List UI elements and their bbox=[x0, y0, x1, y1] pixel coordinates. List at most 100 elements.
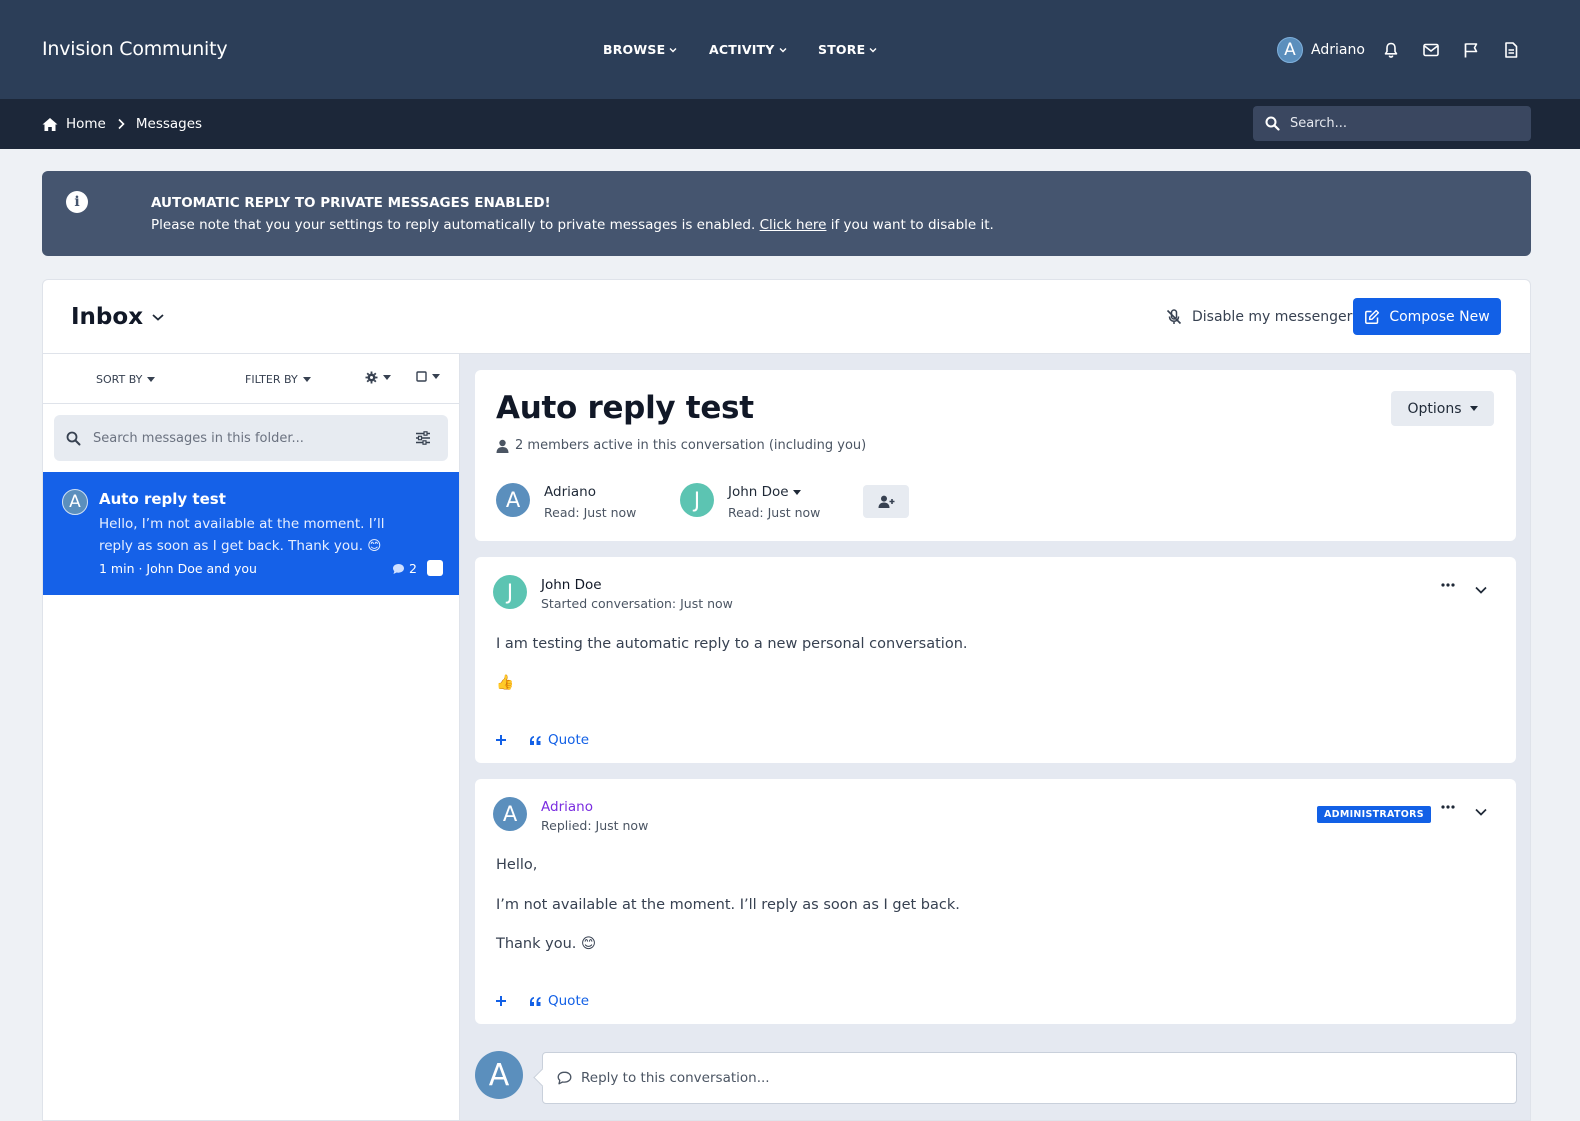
compose-new-label: Compose New bbox=[1389, 308, 1490, 325]
nav-store-label: STORE bbox=[818, 42, 866, 57]
document-icon[interactable] bbox=[1502, 41, 1520, 59]
list-toolbar: SORT BY FILTER BY bbox=[43, 354, 459, 404]
options-button[interactable]: Options bbox=[1391, 391, 1494, 426]
search-icon bbox=[66, 431, 81, 445]
chevron-down-icon[interactable] bbox=[1474, 585, 1488, 595]
nav-store[interactable]: STORE bbox=[818, 42, 877, 57]
envelope-icon[interactable] bbox=[1422, 41, 1440, 59]
breadcrumb-current[interactable]: Messages bbox=[136, 116, 202, 132]
disable-auto-reply-link[interactable]: Click here bbox=[760, 217, 827, 233]
gear-icon bbox=[365, 371, 378, 384]
quote-button[interactable]: Quote bbox=[529, 993, 589, 1009]
list-item-checkbox[interactable] bbox=[427, 560, 443, 576]
home-icon[interactable] bbox=[42, 117, 58, 132]
avatar[interactable]: J bbox=[493, 575, 527, 609]
auto-reply-banner: i AUTOMATIC REPLY TO PRIVATE MESSAGES EN… bbox=[42, 171, 1531, 256]
select-all-menu[interactable] bbox=[416, 371, 440, 382]
disable-messenger-button[interactable]: Disable my messenger bbox=[1165, 308, 1352, 326]
conversation-header: Auto reply test 2 members active in this… bbox=[475, 370, 1516, 541]
member-name-text: John Doe bbox=[728, 484, 789, 500]
post-author[interactable]: Adriano bbox=[541, 799, 593, 815]
list-item-meta: 1 min · John Doe and you bbox=[99, 561, 257, 576]
brand-logo[interactable]: Invision Community bbox=[42, 38, 228, 60]
conversation-subtitle-text: 2 members active in this conversation (i… bbox=[515, 438, 867, 453]
list-item-title: Auto reply test bbox=[99, 490, 226, 508]
nav-browse-label: BROWSE bbox=[603, 42, 666, 57]
post-author[interactable]: John Doe bbox=[541, 577, 602, 593]
flag-icon[interactable] bbox=[1462, 41, 1480, 59]
list-item[interactable]: A Auto reply test Hello, I’m not availab… bbox=[43, 472, 459, 595]
breadcrumb-home[interactable]: Home bbox=[66, 116, 106, 132]
nav-activity-label: ACTIVITY bbox=[709, 42, 775, 57]
breadcrumb-bar: Home Messages bbox=[0, 99, 1580, 149]
member-read-status: Read: Just now bbox=[728, 505, 821, 520]
plus-icon[interactable] bbox=[495, 995, 507, 1007]
post-timestamp: Replied: Just now bbox=[541, 818, 649, 833]
list-item-snippet: Hello, I’m not available at the moment. … bbox=[99, 516, 385, 554]
add-member-button[interactable] bbox=[863, 485, 909, 518]
post-john-doe: J John Doe Started conversation: Just no… bbox=[475, 557, 1516, 763]
folder-settings-menu[interactable] bbox=[365, 371, 391, 384]
folder-title: Inbox bbox=[71, 304, 144, 330]
search-icon bbox=[1265, 116, 1280, 131]
avatar: A bbox=[496, 483, 530, 517]
chevron-right-icon bbox=[118, 118, 125, 130]
caret-down-icon bbox=[147, 377, 156, 382]
filter-by-label: FILTER BY bbox=[245, 373, 298, 386]
more-options-icon[interactable] bbox=[1441, 805, 1455, 809]
site-search[interactable] bbox=[1253, 106, 1531, 141]
user-icon bbox=[496, 439, 509, 453]
quote-icon bbox=[530, 996, 541, 1006]
chevron-down-icon[interactable] bbox=[1474, 807, 1488, 817]
conversation-title: Auto reply test bbox=[496, 390, 754, 426]
avatar: A bbox=[475, 1051, 523, 1099]
banner-text-after: if you want to disable it. bbox=[830, 217, 994, 233]
info-icon: i bbox=[66, 191, 88, 213]
member-name-text: Adriano bbox=[544, 484, 596, 500]
folder-selector[interactable]: Inbox bbox=[71, 304, 165, 330]
post-timestamp: Started conversation: Just now bbox=[541, 596, 733, 611]
search-input[interactable] bbox=[1290, 116, 1510, 131]
avatar[interactable]: A bbox=[493, 797, 527, 831]
member-john-doe[interactable]: J John Doe Read: Just now bbox=[680, 483, 820, 520]
sort-by-label: SORT BY bbox=[96, 373, 143, 386]
post-body-line: 👍 bbox=[496, 675, 515, 691]
quote-label: Quote bbox=[548, 993, 590, 1009]
options-label: Options bbox=[1407, 400, 1462, 417]
user-menu[interactable]: A Adriano bbox=[1277, 37, 1365, 63]
member-name: Adriano bbox=[544, 484, 636, 500]
folder-search-input[interactable] bbox=[93, 430, 403, 446]
quote-button[interactable]: Quote bbox=[529, 732, 589, 748]
avatar: J bbox=[680, 483, 714, 517]
banner-text: Please note that you your settings to re… bbox=[151, 217, 994, 233]
post-actions: Quote bbox=[495, 732, 589, 748]
more-options-icon[interactable] bbox=[1441, 583, 1455, 587]
plus-icon[interactable] bbox=[495, 734, 507, 746]
comment-icon bbox=[393, 563, 404, 574]
post-body-line: Hello, bbox=[496, 857, 538, 873]
avatar: A bbox=[62, 489, 88, 515]
caret-down-icon bbox=[1469, 406, 1478, 411]
reply-editor[interactable]: Reply to this conversation... bbox=[542, 1052, 1517, 1104]
disable-messenger-label: Disable my messenger bbox=[1192, 309, 1353, 325]
user-name: Adriano bbox=[1311, 42, 1365, 58]
bell-icon[interactable] bbox=[1382, 41, 1400, 59]
message-list: SORT BY FILTER BY A Auto reply tes bbox=[43, 353, 460, 1120]
edit-icon bbox=[1365, 309, 1380, 324]
banner-text-before: Please note that you your settings to re… bbox=[151, 217, 756, 233]
member-name[interactable]: John Doe bbox=[728, 484, 820, 500]
post-body-line: I’m not available at the moment. I’ll re… bbox=[496, 897, 960, 913]
member-read-status: Read: Just now bbox=[544, 505, 637, 520]
folder-search[interactable] bbox=[54, 415, 448, 461]
checkbox-icon bbox=[416, 371, 427, 382]
caret-down-icon bbox=[383, 375, 391, 380]
member-adriano[interactable]: A Adriano Read: Just now bbox=[496, 483, 636, 520]
compose-new-button[interactable]: Compose New bbox=[1353, 298, 1501, 335]
filter-by-menu[interactable]: FILTER BY bbox=[245, 373, 311, 386]
sort-by-menu[interactable]: SORT BY bbox=[96, 373, 156, 386]
sliders-icon[interactable] bbox=[415, 431, 431, 445]
nav-activity[interactable]: ACTIVITY bbox=[709, 42, 787, 57]
conversation-view: Auto reply test 2 members active in this… bbox=[460, 353, 1530, 1120]
chevron-down-icon bbox=[869, 47, 877, 52]
nav-browse[interactable]: BROWSE bbox=[603, 42, 677, 57]
